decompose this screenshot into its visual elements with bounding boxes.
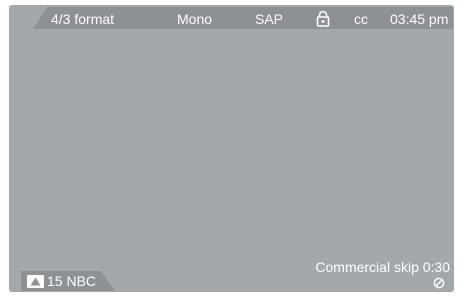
channel-tab: 15 NBC bbox=[21, 271, 115, 291]
channel-label: 15 NBC bbox=[47, 273, 97, 289]
sap-label: SAP bbox=[255, 11, 284, 27]
clock-time: 03:45 pm bbox=[390, 11, 449, 27]
closed-captions-label: cc bbox=[354, 11, 368, 27]
lock-icon bbox=[316, 10, 330, 27]
antenna-icon bbox=[27, 275, 44, 288]
audio-mode-label: Mono bbox=[177, 11, 213, 27]
tv-screen: 4/3 format Mono SAP cc 03:45 pm 15 NBC C… bbox=[9, 5, 454, 292]
skip-icon bbox=[433, 276, 445, 289]
format-label: 4/3 format bbox=[51, 11, 115, 27]
commercial-skip-label: Commercial skip 0:30 bbox=[315, 259, 450, 275]
status-bar: 4/3 format Mono SAP cc 03:45 pm bbox=[33, 7, 453, 29]
